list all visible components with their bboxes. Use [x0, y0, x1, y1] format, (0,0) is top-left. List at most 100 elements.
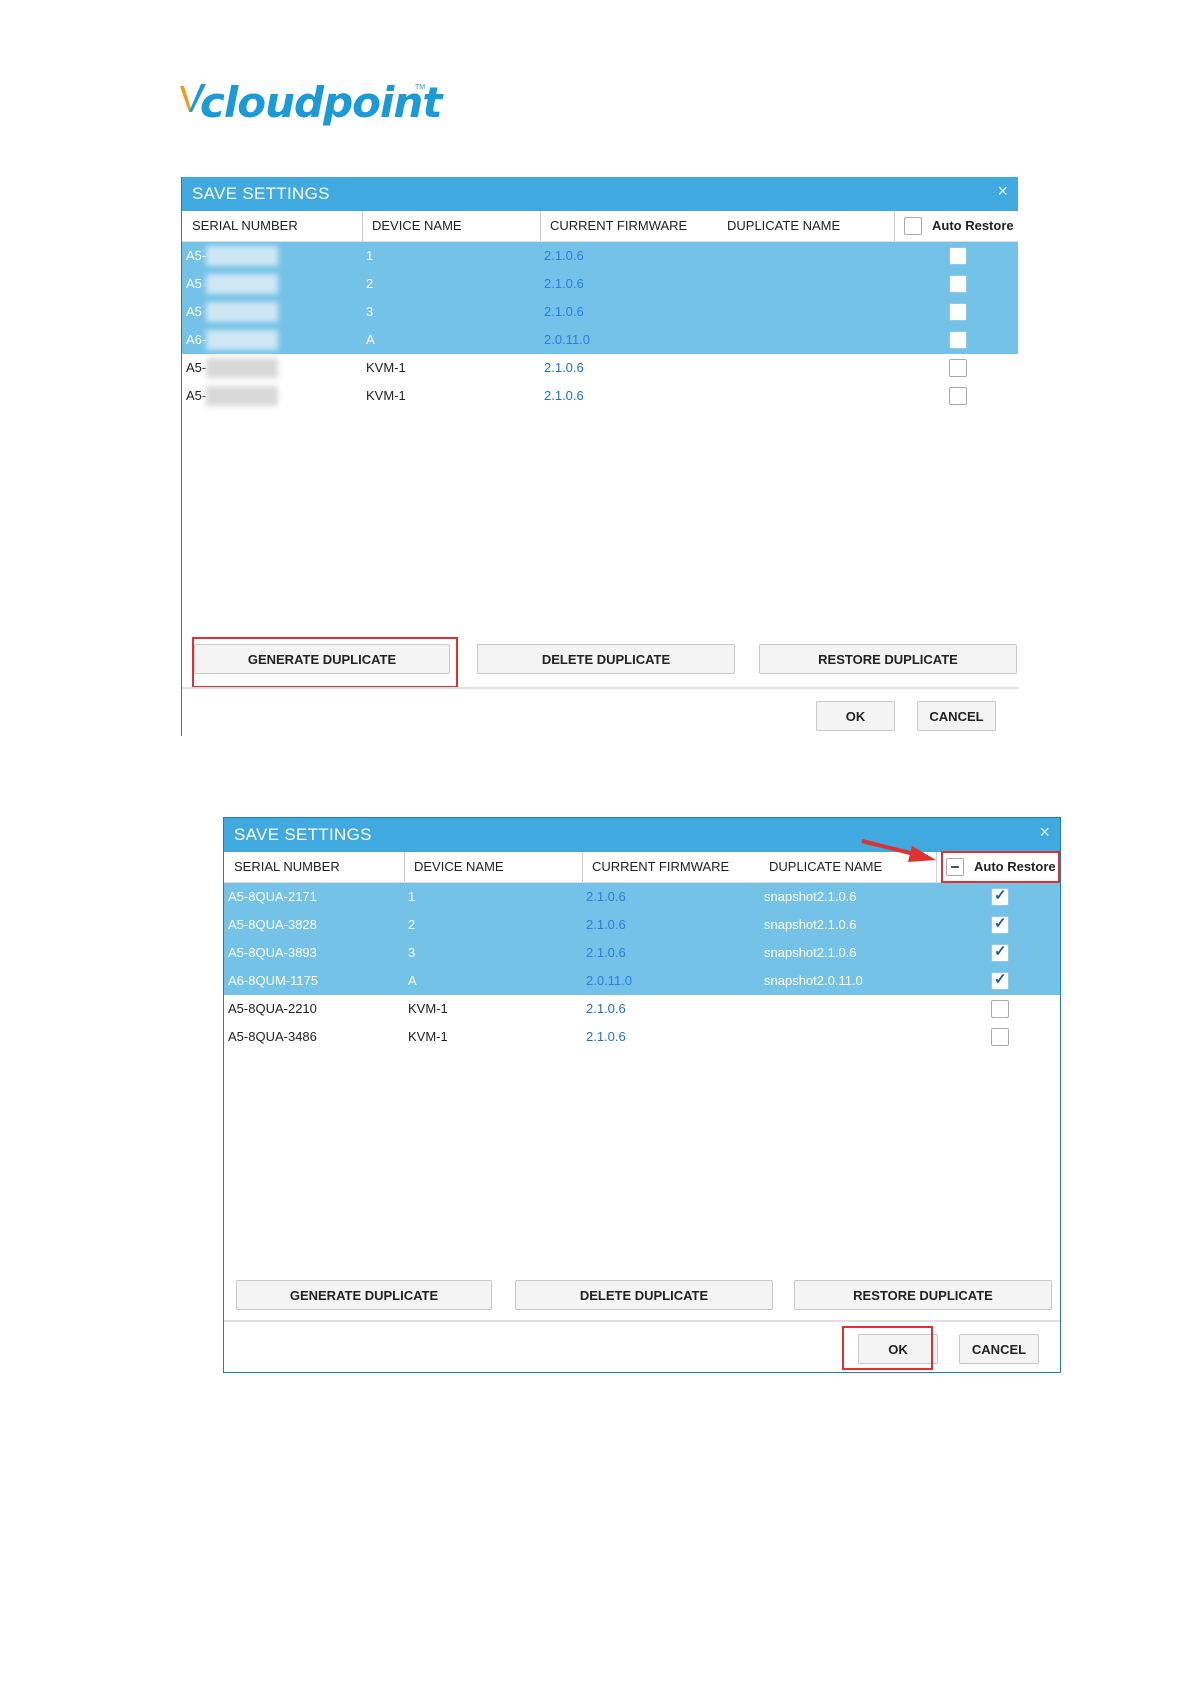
delete-duplicate-button[interactable]: DELETE DUPLICATE	[477, 644, 735, 674]
auto-restore-checkbox[interactable]	[991, 1000, 1009, 1018]
restore-duplicate-button[interactable]: RESTORE DUPLICATE	[759, 644, 1017, 674]
table-row[interactable]: A5- 1 2.1.0.6	[182, 242, 1018, 270]
close-icon[interactable]: ×	[1039, 822, 1050, 843]
firmware-cell: 2.1.0.6	[544, 276, 584, 291]
table-row[interactable]: A5- KVM-1 2.1.0.6	[182, 354, 1018, 382]
auto-restore-checkbox[interactable]	[991, 1028, 1009, 1046]
check-icon: ✓	[994, 915, 1007, 932]
redacted-serial	[206, 330, 278, 350]
device-name-cell: 3	[366, 304, 374, 319]
logo-trademark: TM	[415, 84, 426, 91]
table-row[interactable]: A5 3 2.1.0.6	[182, 298, 1018, 326]
firmware-cell: 2.1.0.6	[544, 388, 584, 403]
table-row[interactable]: A6-8QUM-1175 A 2.0.11.0 snapshot2.0.11.0 ✓	[224, 967, 1060, 995]
red-arrow-icon	[861, 839, 936, 862]
firmware-cell: 2.1.0.6	[586, 917, 626, 932]
check-icon: ✓	[994, 971, 1007, 988]
table-row[interactable]: A5-8QUA-2171 1 2.1.0.6 snapshot2.1.0.6 ✓	[224, 883, 1060, 911]
serial-number-cell: A5-	[186, 360, 207, 375]
duplicate-name-cell: snapshot2.1.0.6	[764, 889, 857, 904]
restore-duplicate-button[interactable]: RESTORE DUPLICATE	[794, 1280, 1052, 1310]
dialog-title: SAVE SETTINGS	[234, 825, 372, 844]
auto-restore-checkbox[interactable]	[949, 331, 967, 349]
serial-number-cell: A5-8QUA-3828	[228, 917, 317, 932]
auto-restore-checkbox[interactable]	[949, 359, 967, 377]
serial-number-cell: A5	[186, 276, 202, 291]
dialog-titlebar: SAVE SETTINGS ×	[182, 177, 1018, 211]
table-row[interactable]: A5-8QUA-2210 KVM-1 2.1.0.6	[224, 995, 1060, 1023]
auto-restore-checkbox[interactable]	[949, 387, 967, 405]
column-device-name[interactable]: DEVICE NAME	[404, 852, 582, 882]
device-name-cell: KVM-1	[366, 360, 406, 375]
device-name-cell: 3	[408, 945, 416, 960]
close-icon[interactable]: ×	[997, 181, 1008, 202]
check-icon: ✓	[994, 887, 1007, 904]
highlight-ok-button	[842, 1326, 933, 1370]
save-settings-dialog-after: SAVE SETTINGS × SERIAL NUMBER DEVICE NAM…	[223, 817, 1061, 1373]
table-row[interactable]: A5 2 2.1.0.6	[182, 270, 1018, 298]
serial-number-cell: A5-8QUA-3486	[228, 1029, 317, 1044]
column-serial-number[interactable]: SERIAL NUMBER	[224, 852, 404, 882]
serial-number-cell: A5-	[186, 248, 207, 263]
device-table-body: A5-8QUA-2171 1 2.1.0.6 snapshot2.1.0.6 ✓ A5-8…	[224, 883, 1060, 1051]
serial-number-cell: A5-	[186, 388, 207, 403]
firmware-cell: 2.1.0.6	[544, 248, 584, 263]
firmware-cell: 2.1.0.6	[586, 889, 626, 904]
table-row[interactable]: A5-8QUA-3893 3 2.1.0.6 snapshot2.1.0.6 ✓	[224, 939, 1060, 967]
duplicate-name-cell: snapshot2.0.11.0	[764, 973, 863, 988]
button-divider	[182, 687, 1018, 689]
firmware-cell: 2.1.0.6	[544, 304, 584, 319]
firmware-cell: 2.0.11.0	[544, 332, 591, 347]
device-name-cell: KVM-1	[366, 388, 406, 403]
column-current-firmware[interactable]: CURRENT FIRMWARE	[582, 852, 759, 882]
dialog-title: SAVE SETTINGS	[192, 184, 330, 203]
serial-number-cell: A5-8QUA-2210	[228, 1001, 317, 1016]
logo-text: cloudpoint	[200, 78, 442, 127]
redacted-serial	[206, 302, 278, 322]
table-row[interactable]: A5-8QUA-3486 KVM-1 2.1.0.6	[224, 1023, 1060, 1051]
device-name-cell: 2	[366, 276, 374, 291]
save-settings-dialog-before: SAVE SETTINGS × SERIAL NUMBER DEVICE NAM…	[181, 177, 1018, 736]
table-row[interactable]: A6- A 2.0.11.0	[182, 326, 1018, 354]
column-current-firmware[interactable]: CURRENT FIRMWARE	[540, 211, 717, 241]
auto-restore-checkbox[interactable]	[949, 247, 967, 265]
auto-restore-checkbox[interactable]: ✓	[991, 887, 1009, 906]
device-name-cell: 1	[366, 248, 374, 263]
auto-restore-checkbox[interactable]: ✓	[991, 943, 1009, 962]
redacted-serial	[206, 246, 278, 266]
table-row[interactable]: A5- KVM-1 2.1.0.6	[182, 382, 1018, 410]
delete-duplicate-button[interactable]: DELETE DUPLICATE	[515, 1280, 773, 1310]
cancel-button[interactable]: CANCEL	[959, 1334, 1039, 1364]
column-serial-number[interactable]: SERIAL NUMBER	[182, 211, 362, 241]
auto-restore-checkbox[interactable]	[949, 275, 967, 293]
firmware-cell: 2.1.0.6	[544, 360, 584, 375]
firmware-cell: 2.1.0.6	[586, 945, 626, 960]
device-table-body: A5- 1 2.1.0.6 A5 2 2.1.0.6 A5 3 2.1.0.6 A6- A 2.0.1…	[182, 242, 1018, 410]
auto-restore-checkbox[interactable]: ✓	[991, 915, 1009, 934]
device-name-cell: A	[366, 332, 375, 347]
button-divider	[224, 1320, 1060, 1322]
firmware-cell: 2.0.11.0	[586, 973, 633, 988]
firmware-cell: 2.1.0.6	[586, 1029, 626, 1044]
redacted-serial	[206, 274, 278, 294]
column-auto-restore: Auto Restore	[932, 218, 1014, 233]
auto-restore-checkbox[interactable]: ✓	[991, 971, 1009, 990]
duplicate-name-cell: snapshot2.1.0.6	[764, 917, 857, 932]
auto-restore-select-all-checkbox[interactable]	[904, 217, 922, 235]
auto-restore-checkbox[interactable]	[949, 303, 967, 321]
column-duplicate-name[interactable]: DUPLICATE NAME	[717, 211, 894, 241]
device-name-cell: KVM-1	[408, 1029, 448, 1044]
redacted-serial	[206, 386, 278, 406]
highlight-generate-duplicate	[192, 637, 458, 688]
serial-number-cell: A5-8QUA-3893	[228, 945, 317, 960]
device-name-cell: KVM-1	[408, 1001, 448, 1016]
column-device-name[interactable]: DEVICE NAME	[362, 211, 540, 241]
device-name-cell: 2	[408, 917, 416, 932]
serial-number-cell: A5-8QUA-2171	[228, 889, 317, 904]
generate-duplicate-button[interactable]: GENERATE DUPLICATE	[236, 1280, 492, 1310]
table-row[interactable]: A5-8QUA-3828 2 2.1.0.6 snapshot2.1.0.6 ✓	[224, 911, 1060, 939]
serial-number-cell: A6-	[186, 332, 207, 347]
ok-button[interactable]: OK	[816, 701, 895, 731]
cancel-button[interactable]: CANCEL	[917, 701, 996, 731]
check-icon: ✓	[994, 943, 1007, 960]
